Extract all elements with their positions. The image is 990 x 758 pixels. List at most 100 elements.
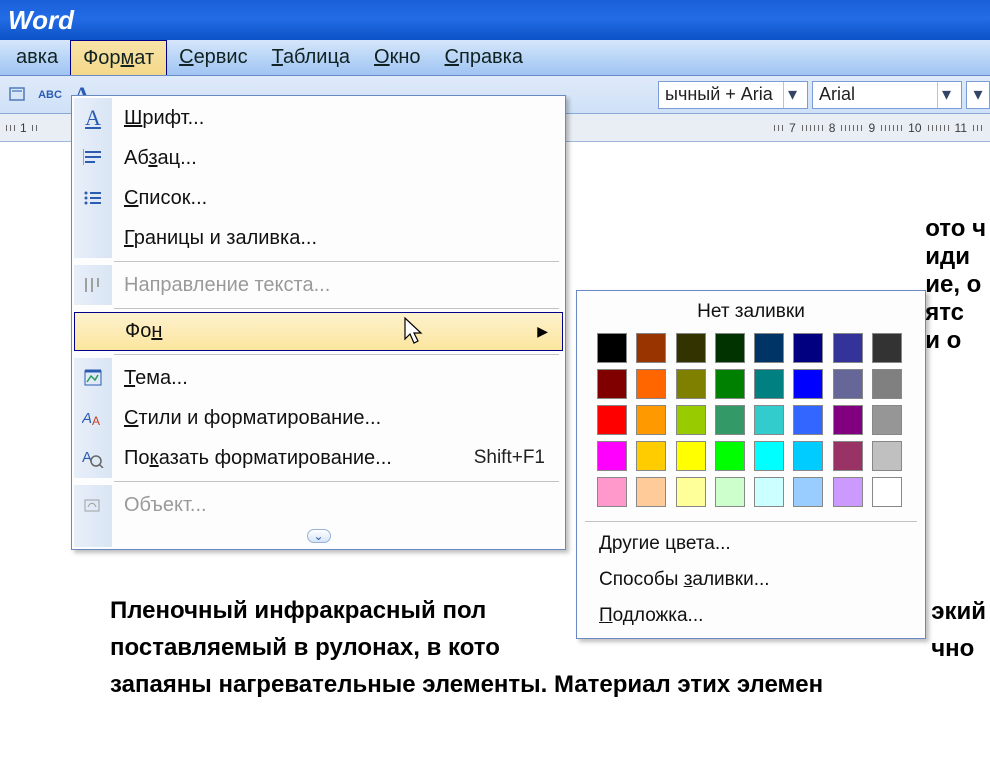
shortcut-label: Shift+F1	[474, 447, 553, 469]
submenu-arrow-icon: ▶	[537, 323, 552, 340]
spellcheck-icon[interactable]: ABC	[36, 81, 64, 109]
menu-item-стили-и-форматирование[interactable]: AA Стили и форматирование...	[74, 398, 563, 438]
color-swatch[interactable]	[754, 405, 784, 435]
menu-item-label: Направление текста...	[112, 274, 330, 297]
A-icon: A	[74, 98, 112, 138]
separator	[114, 354, 559, 355]
menu-item-label: Показать форматирование...	[112, 447, 392, 470]
color-swatch[interactable]	[872, 441, 902, 471]
color-swatch[interactable]	[676, 477, 706, 507]
color-swatch[interactable]	[597, 369, 627, 399]
color-swatch[interactable]	[676, 369, 706, 399]
color-swatch[interactable]	[715, 405, 745, 435]
fill-effects-item[interactable]: Способы заливки...	[583, 562, 919, 598]
color-swatch[interactable]	[597, 441, 627, 471]
color-swatch[interactable]	[715, 441, 745, 471]
menu-формат[interactable]: Формат	[70, 40, 167, 75]
background-submenu: Нет заливки Другие цвета... Способы зали…	[576, 290, 926, 639]
menu-справка[interactable]: Справка	[433, 40, 535, 75]
menu-авка[interactable]: авка	[4, 40, 70, 75]
color-swatch[interactable]	[833, 441, 863, 471]
separator	[114, 481, 559, 482]
menu-окно[interactable]: Окно	[362, 40, 432, 75]
chevron-down-icon: ▾	[937, 82, 955, 108]
chevron-down-icon: ▾	[783, 82, 801, 108]
menu-item-label: Стили и форматирование...	[112, 407, 381, 430]
color-swatch[interactable]	[636, 333, 666, 363]
menubar: авкаФорматСервисТаблицаОкноСправка	[0, 40, 990, 76]
menu-item-шрифт[interactable]: AШрифт...	[74, 98, 563, 138]
list-icon	[74, 178, 112, 218]
menu-item-объект: Объект...	[74, 485, 563, 525]
color-swatch[interactable]	[754, 333, 784, 363]
chevron-down-icon: ▾	[969, 82, 987, 108]
more-colors-item[interactable]: Другие цвета...	[583, 526, 919, 562]
dir-icon	[74, 265, 112, 305]
color-swatch[interactable]	[872, 369, 902, 399]
color-swatch[interactable]	[636, 477, 666, 507]
menu-таблица[interactable]: Таблица	[260, 40, 362, 75]
font-size-selector[interactable]: ▾	[966, 81, 990, 109]
svg-text:A: A	[92, 414, 100, 428]
reveal-icon: A	[74, 438, 112, 478]
color-swatch[interactable]	[597, 333, 627, 363]
menu-item-label: Границы и заливка...	[112, 227, 317, 250]
menu-item-список[interactable]: Список...	[74, 178, 563, 218]
color-swatch[interactable]	[715, 369, 745, 399]
color-swatch[interactable]	[833, 333, 863, 363]
color-swatch[interactable]	[636, 405, 666, 435]
menu-item-показать-форматирование[interactable]: AПоказать форматирование... Shift+F1	[74, 438, 563, 478]
color-swatch[interactable]	[676, 333, 706, 363]
watermark-item[interactable]: Подложка...	[583, 598, 919, 634]
font-value: Arial	[819, 84, 855, 105]
format-menu: AШрифт...Абзац...Список...Границы и зали…	[71, 95, 566, 550]
blank-icon	[74, 218, 112, 258]
menu-item-label: Объект...	[112, 494, 207, 517]
menu-item-границы-и-заливка[interactable]: Границы и заливка...	[74, 218, 563, 258]
color-swatch[interactable]	[793, 441, 823, 471]
color-swatch[interactable]	[676, 441, 706, 471]
menu-item-label: Шрифт...	[112, 107, 204, 130]
color-swatch[interactable]	[754, 477, 784, 507]
menu-сервис[interactable]: Сервис	[167, 40, 260, 75]
object-icon	[74, 485, 112, 525]
color-swatch[interactable]	[676, 405, 706, 435]
style-selector[interactable]: ычный + Aria ▾	[658, 81, 808, 109]
color-swatch[interactable]	[872, 477, 902, 507]
color-swatches	[583, 333, 919, 517]
menu-item-направление-текста: Направление текста...	[74, 265, 563, 305]
color-swatch[interactable]	[715, 477, 745, 507]
titlebar: Word	[0, 0, 990, 40]
color-swatch[interactable]	[754, 369, 784, 399]
color-swatch[interactable]	[833, 477, 863, 507]
menu-item-фон[interactable]: Фон ▶	[74, 312, 563, 351]
color-swatch[interactable]	[597, 477, 627, 507]
color-swatch[interactable]	[793, 477, 823, 507]
separator	[114, 308, 559, 309]
color-swatch[interactable]	[793, 369, 823, 399]
menu-item-абзац[interactable]: Абзац...	[74, 138, 563, 178]
color-swatch[interactable]	[793, 333, 823, 363]
style-value: ычный + Aria	[665, 84, 773, 105]
separator	[585, 521, 917, 522]
menu-item-label: Фон	[113, 320, 162, 343]
color-swatch[interactable]	[715, 333, 745, 363]
menu-item-label: Тема...	[112, 367, 188, 390]
color-swatch[interactable]	[872, 405, 902, 435]
menu-item-тема[interactable]: Тема...	[74, 358, 563, 398]
toolbar-icon[interactable]	[4, 81, 32, 109]
color-swatch[interactable]	[833, 369, 863, 399]
color-swatch[interactable]	[597, 405, 627, 435]
color-swatch[interactable]	[636, 441, 666, 471]
color-swatch[interactable]	[833, 405, 863, 435]
color-swatch[interactable]	[754, 441, 784, 471]
expand-menu-button[interactable]: ⌄	[74, 525, 563, 547]
no-fill-option[interactable]: Нет заливки	[583, 295, 919, 333]
separator	[114, 261, 559, 262]
menu-item-label: Абзац...	[112, 147, 197, 170]
svg-text:A: A	[82, 410, 92, 427]
font-selector[interactable]: Arial ▾	[812, 81, 962, 109]
color-swatch[interactable]	[793, 405, 823, 435]
color-swatch[interactable]	[872, 333, 902, 363]
color-swatch[interactable]	[636, 369, 666, 399]
